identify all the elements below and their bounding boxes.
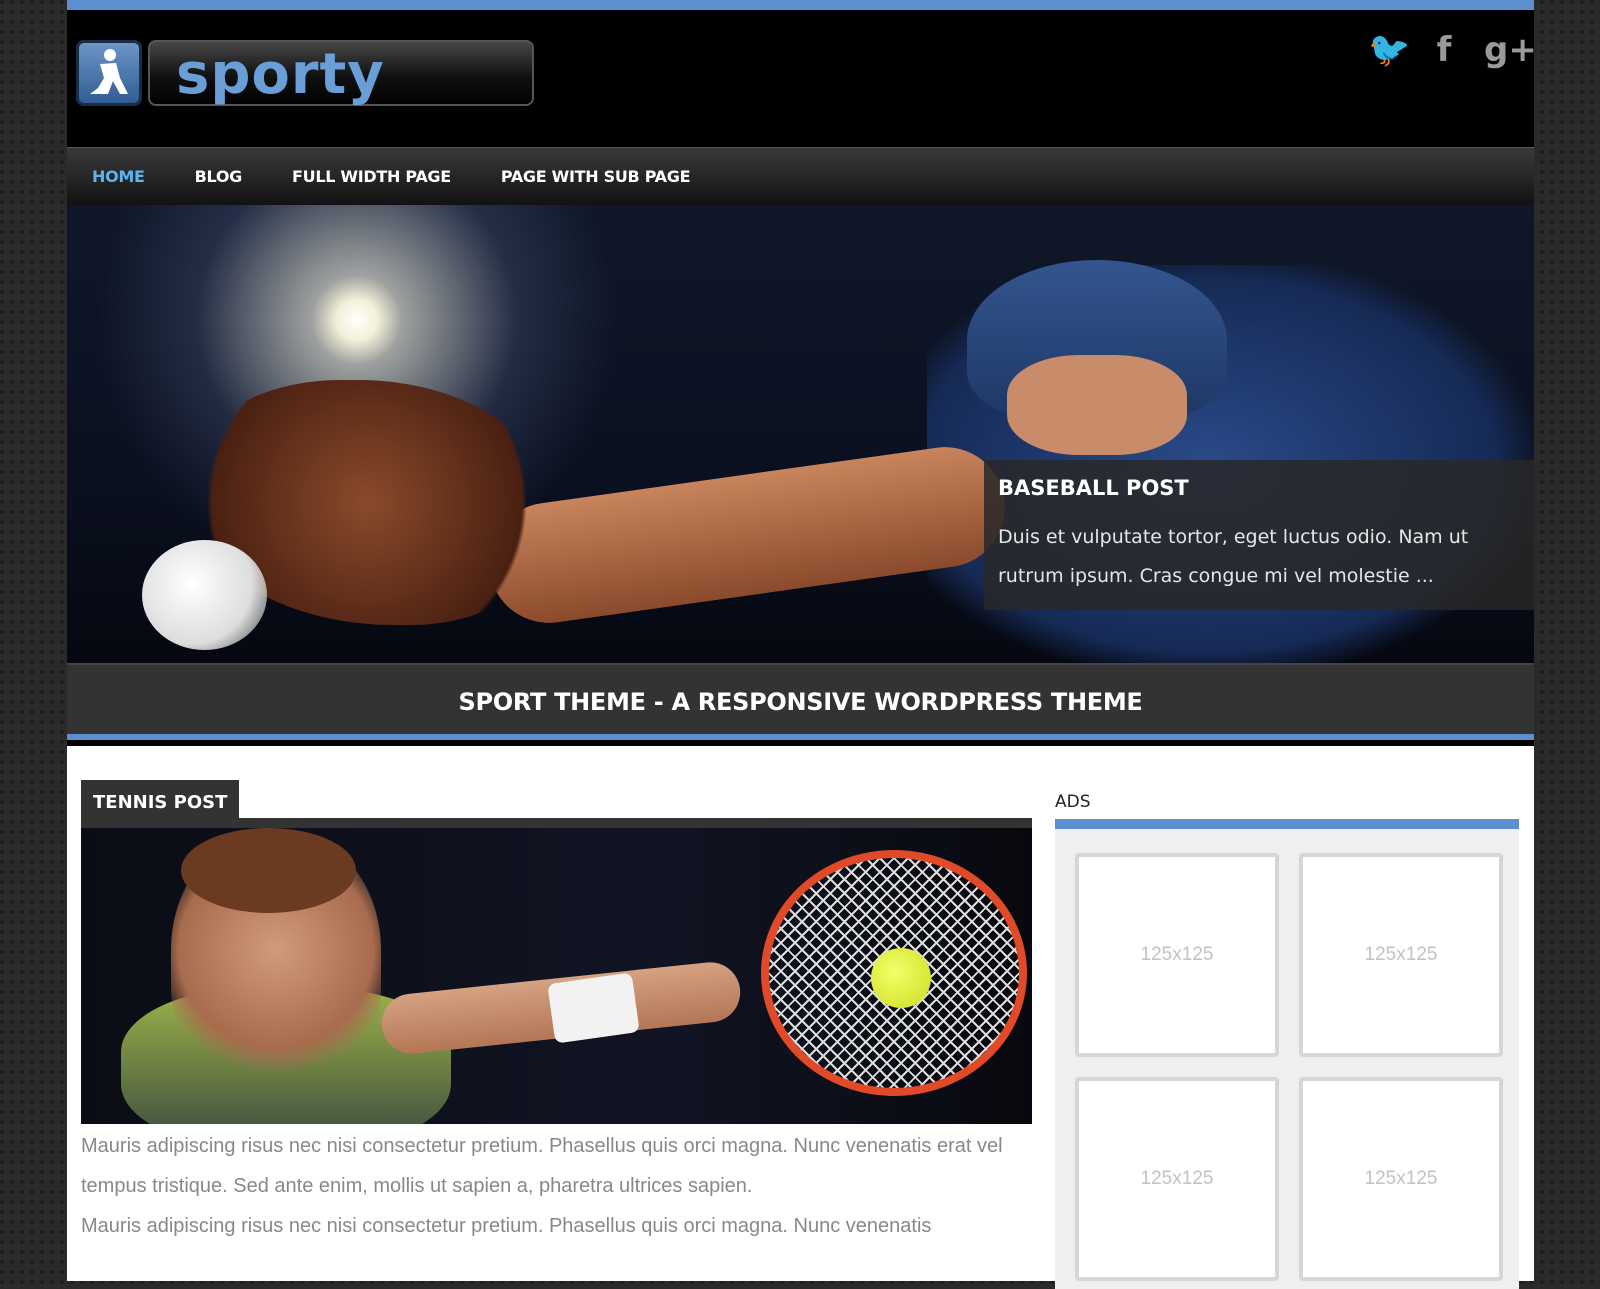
ad-slot[interactable]: 125x125: [1075, 853, 1279, 1057]
page-wrapper: sporty 🐦 f g+ HOME BLOG FULL WIDTH PAGE …: [67, 0, 1537, 1289]
nav-item-home[interactable]: HOME: [92, 148, 145, 205]
logo-text: sporty: [176, 42, 385, 107]
tagline-text: SPORT THEME - A RESPONSIVE WORDPRESS THE…: [458, 688, 1143, 716]
ads-widget-bar: [1055, 819, 1519, 829]
nav-item-blog[interactable]: BLOG: [195, 148, 243, 205]
ad-slot[interactable]: 125x125: [1299, 1077, 1503, 1281]
site-header: sporty 🐦 f g+: [67, 10, 1537, 147]
hero-ball-image: [142, 540, 267, 650]
site-tagline: SPORT THEME - A RESPONSIVE WORDPRESS THE…: [67, 663, 1534, 740]
runner-icon: [76, 40, 142, 106]
ad-slot[interactable]: 125x125: [1299, 853, 1503, 1057]
slider-title[interactable]: BASEBALL POST: [998, 476, 1534, 500]
twitter-icon[interactable]: 🐦: [1368, 32, 1410, 68]
ad-slot[interactable]: 125x125: [1075, 1077, 1279, 1281]
slider-excerpt: Duis et vulputate tortor, eget luctus od…: [998, 526, 1469, 587]
post-featured-image[interactable]: [81, 828, 1032, 1124]
facebook-icon[interactable]: f: [1426, 32, 1462, 68]
top-accent-line: [67, 0, 1534, 10]
post-title[interactable]: TENNIS POST: [81, 780, 240, 820]
site-logo[interactable]: sporty: [76, 40, 534, 110]
nav-item-page-with-sub-page[interactable]: PAGE WITH SUB PAGE: [501, 148, 691, 205]
ads-widget: 125x125 125x125 125x125 125x125: [1055, 829, 1519, 1289]
post-title-bar: [81, 818, 1032, 828]
post-paragraph: Mauris adipiscing risus nec nisi consect…: [81, 1135, 1003, 1197]
nav-item-full-width-page[interactable]: FULL WIDTH PAGE: [292, 148, 451, 205]
google-plus-icon[interactable]: g+: [1484, 32, 1537, 68]
wristband: [547, 972, 640, 1044]
main-content: TENNIS POST Mauris adipiscing risus nec …: [67, 746, 1534, 1289]
tennis-player-hair: [181, 828, 356, 913]
slider-caption[interactable]: BASEBALL POST Duis et vulputate tortor, …: [984, 460, 1534, 610]
social-links: 🐦 f g+: [1368, 32, 1537, 68]
post-excerpt: Mauris adipiscing risus nec nisi consect…: [81, 1126, 1031, 1246]
ads-widget-title: ADS: [1055, 792, 1091, 812]
hero-face-image: [1007, 355, 1187, 455]
hero-slider[interactable]: BASEBALL POST Duis et vulputate tortor, …: [67, 205, 1534, 663]
post-paragraph: Mauris adipiscing risus nec nisi consect…: [81, 1215, 932, 1237]
main-navigation: HOME BLOG FULL WIDTH PAGE PAGE WITH SUB …: [67, 147, 1534, 206]
tennis-ball: [871, 948, 931, 1008]
